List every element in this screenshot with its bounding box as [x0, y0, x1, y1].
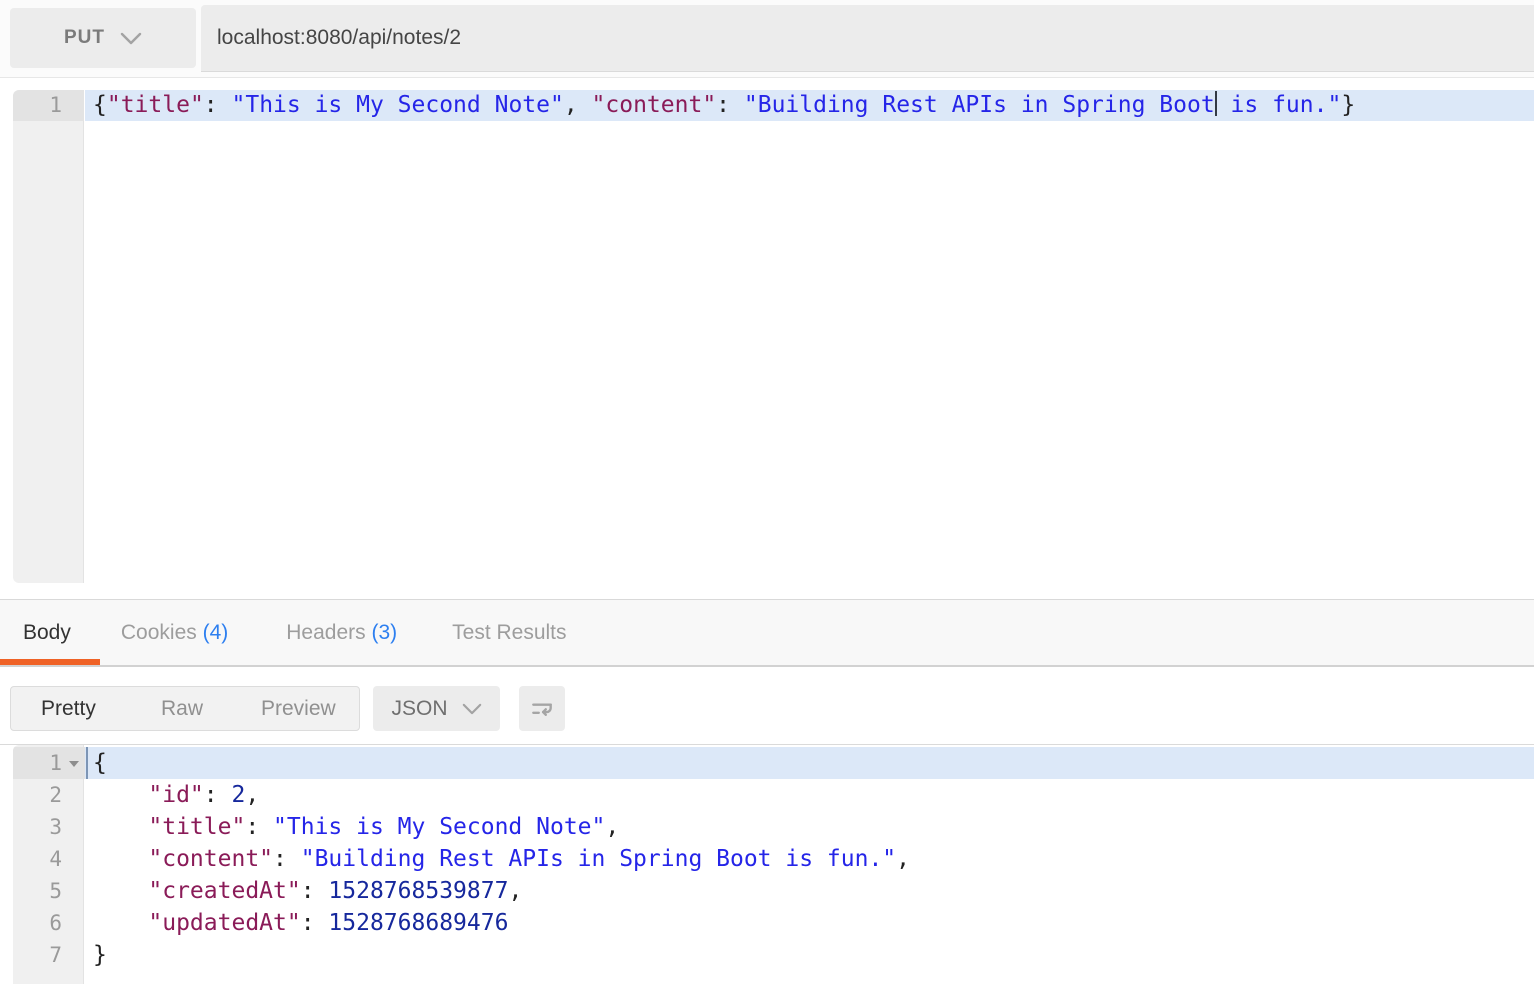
- url-input[interactable]: localhost:8080/api/notes/2: [201, 5, 1534, 72]
- cookies-count-badge: (4): [203, 621, 229, 644]
- preview-button[interactable]: Preview: [261, 687, 336, 730]
- code-token: :: [301, 878, 329, 904]
- tab-test-results[interactable]: Test Results: [452, 621, 566, 645]
- url-text: localhost:8080/api/notes/2: [217, 26, 461, 50]
- tab-headers-label: Headers: [286, 621, 371, 644]
- code-token: is fun.": [1217, 92, 1342, 118]
- line-number: 2: [13, 779, 85, 811]
- code-token: "title": [107, 92, 204, 118]
- active-tab-indicator: [0, 659, 100, 665]
- request-code-line[interactable]: {"title": "This is My Second Note", "con…: [85, 90, 1534, 121]
- code-token: [93, 782, 148, 808]
- wrap-lines-button[interactable]: [519, 686, 565, 731]
- code-token: "Building Rest APIs in Spring Boot is fu…: [301, 846, 896, 872]
- view-mode-group: Pretty Raw Preview: [10, 686, 360, 731]
- code-token: [93, 910, 148, 936]
- code-token: :: [245, 814, 273, 840]
- format-label: JSON: [391, 697, 447, 721]
- code-token: ,: [896, 846, 910, 872]
- method-selector[interactable]: PUT: [10, 8, 196, 68]
- code-line: "content": "Building Rest APIs in Spring…: [85, 843, 1534, 875]
- code-token: ,: [508, 878, 522, 904]
- response-line: 4 "content": "Building Rest APIs in Spri…: [13, 843, 1534, 875]
- wrap-text-icon: [529, 696, 555, 722]
- code-token: ,: [605, 814, 619, 840]
- headers-count-badge: (3): [371, 621, 397, 644]
- code-token: }: [93, 942, 107, 968]
- line-number: 3: [13, 811, 85, 843]
- tab-headers[interactable]: Headers (3): [286, 621, 397, 645]
- code-line: "title": "This is My Second Note",: [85, 811, 1534, 843]
- code-token: "createdAt": [148, 878, 300, 904]
- code-token: [93, 814, 148, 840]
- code-token: "This is My Second Note": [232, 92, 564, 118]
- tab-cookies[interactable]: Cookies (4): [121, 621, 228, 645]
- response-line: 7 }: [13, 939, 1534, 971]
- code-token: ,: [245, 782, 259, 808]
- response-line: 3 "title": "This is My Second Note",: [13, 811, 1534, 843]
- line-number: 1: [13, 747, 85, 779]
- code-token: 1528768539877: [328, 878, 508, 904]
- code-token: 1528768689476: [328, 910, 508, 936]
- code-token: [93, 878, 148, 904]
- line-number: 7: [13, 939, 85, 971]
- postman-window: PUT localhost:8080/api/notes/2 1 {"title…: [0, 0, 1534, 984]
- response-line: 6 "updatedAt": 1528768689476: [13, 907, 1534, 939]
- code-token: :: [204, 92, 232, 118]
- code-line: "updatedAt": 1528768689476: [85, 907, 1534, 939]
- response-line: 1 {: [13, 747, 1534, 779]
- line-number: 4: [13, 843, 85, 875]
- code-token: {: [93, 92, 107, 118]
- code-line: {: [85, 747, 1534, 779]
- code-token: "id": [148, 782, 203, 808]
- code-token: :: [301, 910, 329, 936]
- raw-button[interactable]: Raw: [161, 687, 203, 730]
- response-toolbar: Pretty Raw Preview JSON: [0, 686, 1534, 731]
- code-token: "updatedAt": [148, 910, 300, 936]
- code-token: "title": [148, 814, 245, 840]
- code-token: "content": [592, 92, 717, 118]
- request-body-editor[interactable]: 1 {"title": "This is My Second Note", "c…: [13, 90, 1534, 583]
- code-token: "This is My Second Note": [273, 814, 605, 840]
- response-body-viewer[interactable]: 1 { 2 "id": 2, 3 "title": "This is My Se…: [13, 745, 1534, 984]
- code-token: :: [716, 92, 744, 118]
- code-token: }: [1341, 92, 1355, 118]
- request-line-number: 1: [13, 90, 84, 121]
- pretty-button[interactable]: Pretty: [41, 687, 96, 730]
- request-editor-gutter: [13, 90, 84, 583]
- code-token: :: [204, 782, 232, 808]
- code-token: {: [93, 750, 107, 776]
- code-line: "id": 2,: [85, 779, 1534, 811]
- line-number: 6: [13, 907, 85, 939]
- code-token: [93, 846, 148, 872]
- response-tab-bar: Body Cookies (4) Headers (3) Test Result…: [0, 599, 1534, 667]
- code-token: ,: [564, 92, 592, 118]
- tab-cookies-label: Cookies: [121, 621, 203, 644]
- format-select[interactable]: JSON: [373, 686, 500, 731]
- code-token: "Building Rest APIs in Spring Boot: [744, 92, 1215, 118]
- method-label: PUT: [64, 27, 105, 49]
- fold-caret-down-icon[interactable]: [69, 761, 79, 767]
- code-token: "content": [148, 846, 273, 872]
- response-line: 2 "id": 2,: [13, 779, 1534, 811]
- code-token: 2: [231, 782, 245, 808]
- code-line: "createdAt": 1528768539877,: [85, 875, 1534, 907]
- response-line: 5 "createdAt": 1528768539877,: [13, 875, 1534, 907]
- code-line: }: [85, 939, 1534, 971]
- text-cursor: [86, 747, 88, 779]
- tab-body[interactable]: Body: [23, 621, 71, 645]
- code-token: :: [273, 846, 301, 872]
- chevron-down-icon: [462, 703, 482, 715]
- line-number: 5: [13, 875, 85, 907]
- request-bar: PUT localhost:8080/api/notes/2: [0, 0, 1534, 78]
- chevron-down-icon: [120, 32, 142, 45]
